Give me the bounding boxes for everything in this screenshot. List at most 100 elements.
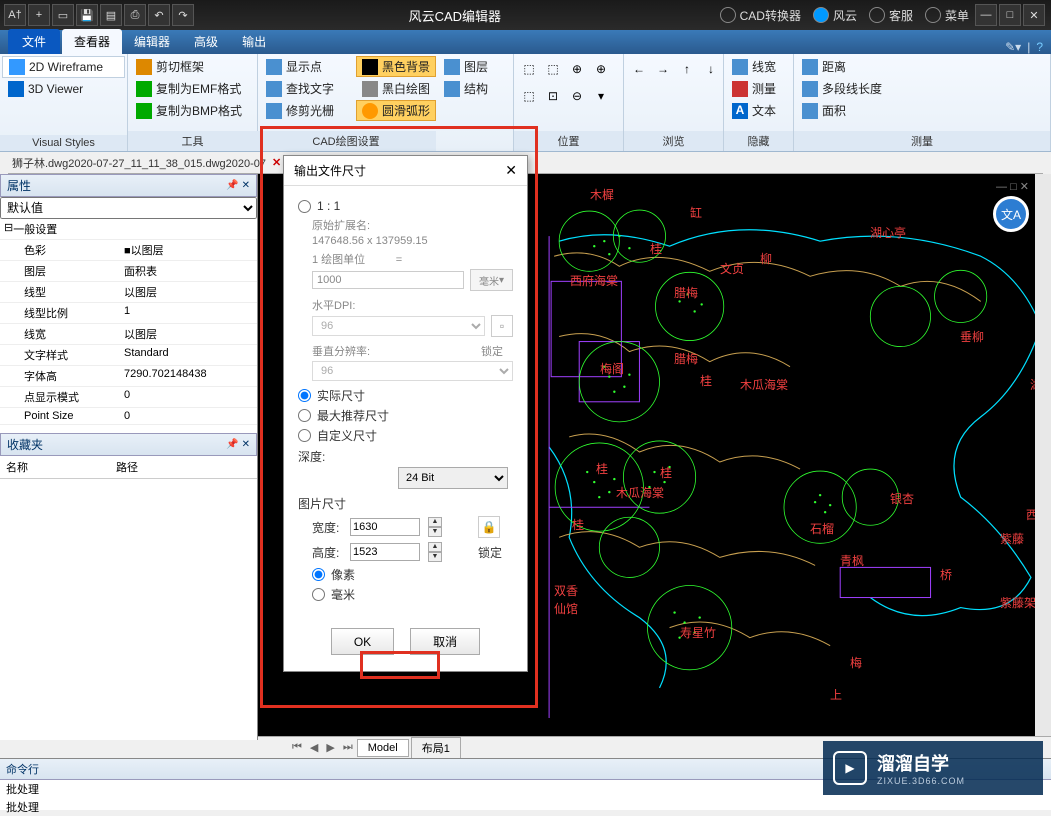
structure-button[interactable]: 结构 [438, 78, 494, 99]
titlebar: A† + ▭ 💾 ▤ ⎙ ↶ ↷ 风云CAD编辑器 CAD转换器 风云 客服 菜… [0, 0, 1051, 30]
pos-icon-8[interactable]: ▾ [590, 85, 612, 107]
map-label: 仙馆 [554, 600, 578, 617]
pencil-icon[interactable]: ✎▾ [1005, 40, 1021, 54]
app-icon[interactable]: A† [4, 4, 26, 26]
file-tab[interactable]: 文件 [8, 29, 60, 54]
vertical-scrollbar[interactable] [1035, 174, 1051, 736]
dialog-header[interactable]: 输出文件尺寸 ✕ [284, 156, 527, 186]
find-text-button[interactable]: 查找文字 [260, 78, 340, 99]
left-panel: 属性📌 ✕ 默认值 ⊟ 一般设置 色彩■以图层 图层面积表 线型以图层 线型比例… [0, 174, 258, 740]
canvas-winbtns[interactable]: — □ ✕ [996, 180, 1029, 193]
pin-icon[interactable]: 📌 ✕ [226, 180, 250, 191]
ratio-1-1-radio[interactable]: 1 : 1 [298, 199, 513, 213]
pos-icon-4[interactable]: ⊕ [590, 58, 612, 80]
properties-combo[interactable]: 默认值 [0, 197, 257, 219]
distance-button[interactable]: 距离 [796, 56, 888, 77]
fav-col-path: 路径 [110, 456, 144, 478]
copy-emf-button[interactable]: 复制为EMF格式 [130, 78, 248, 99]
prop-row: 点显示模式0 [0, 387, 257, 408]
cad-converter-button[interactable]: CAD转换器 [720, 7, 801, 24]
measure-button[interactable]: 测量 [726, 78, 782, 99]
vdpi-select[interactable]: 96 [312, 361, 513, 381]
minimize-button[interactable]: — [975, 4, 997, 26]
width-spinner[interactable]: ▲▼ [428, 517, 442, 537]
tab-last-icon[interactable]: ⏭ [339, 741, 357, 754]
text-button[interactable]: A文本 [726, 100, 782, 121]
model-tab[interactable]: Model [357, 739, 409, 757]
ok-button[interactable]: OK [331, 628, 394, 655]
clip-frame-button[interactable]: 剪切框架 [130, 56, 248, 77]
black-bg-button[interactable]: 黑色背景 [356, 56, 436, 77]
tab-viewer[interactable]: 查看器 [62, 29, 122, 54]
unit-input[interactable] [312, 271, 464, 289]
show-points-button[interactable]: 显示点 [260, 56, 340, 77]
copy-bmp-button[interactable]: 复制为BMP格式 [130, 100, 248, 121]
lock-icon[interactable]: ▫ [491, 315, 513, 337]
trim-raster-button[interactable]: 修剪光栅 [260, 100, 340, 121]
actual-size-radio[interactable]: 实际尺寸 [298, 387, 513, 404]
saveas-icon[interactable]: ▤ [100, 4, 122, 26]
close-button[interactable]: ✕ [1023, 4, 1045, 26]
pos-icon-7[interactable]: ⊖ [566, 85, 588, 107]
nav-right-icon[interactable]: → [652, 58, 674, 80]
custom-size-radio[interactable]: 自定义尺寸 [298, 427, 513, 444]
2d-wireframe-button[interactable]: 2D Wireframe [2, 56, 125, 78]
watermark-sub: ZIXUE.3D66.COM [877, 776, 965, 786]
prop-group[interactable]: ⊟ 一般设置 [0, 219, 257, 240]
map-label: 木瓜海棠 [616, 484, 664, 501]
width-input[interactable] [350, 518, 420, 536]
print-icon[interactable]: ⎙ [124, 4, 146, 26]
undo-icon[interactable]: ↶ [148, 4, 170, 26]
depth-select[interactable]: 24 Bit [398, 467, 508, 489]
help-icon[interactable]: ? [1036, 40, 1043, 54]
area-button[interactable]: 面积 [796, 100, 888, 121]
sep-icon: | [1027, 40, 1030, 54]
smooth-arc-button[interactable]: 圆滑弧形 [356, 100, 436, 121]
height-input[interactable] [350, 543, 420, 561]
polyline-length-button[interactable]: 多段线长度 [796, 78, 888, 99]
support-button[interactable]: 客服 [869, 7, 913, 24]
open-icon[interactable]: ▭ [52, 4, 74, 26]
pixel-radio[interactable]: 像素 [312, 566, 513, 583]
menu-button[interactable]: 菜单 [925, 7, 969, 24]
tab-advanced[interactable]: 高级 [182, 29, 230, 54]
nav-left-icon[interactable]: ← [628, 58, 650, 80]
save-icon[interactable]: 💾 [76, 4, 98, 26]
translate-avatar[interactable]: 文A [993, 196, 1029, 232]
mm-radio[interactable]: 毫米 [312, 586, 513, 603]
unit-mm[interactable]: 毫米 ▾ [470, 269, 513, 291]
pos-icon-2[interactable]: ⬚ [542, 58, 564, 80]
tab-editor[interactable]: 编辑器 [122, 29, 182, 54]
prop-row: 字体高7290.702148438 [0, 366, 257, 387]
nav-up-icon[interactable]: ↑ [676, 58, 698, 80]
command-line: 批处理 [0, 798, 1051, 816]
new-icon[interactable]: + [28, 4, 50, 26]
layout-tab[interactable]: 布局1 [411, 737, 461, 759]
hdpi-select[interactable]: 96 [312, 316, 485, 336]
dialog-close-icon[interactable]: ✕ [505, 162, 517, 179]
map-label: 柳 [760, 250, 772, 267]
pos-icon-1[interactable]: ⬚ [518, 58, 540, 80]
tab-first-icon[interactable]: ⏮ [288, 741, 306, 754]
pos-icon-5[interactable]: ⬚ [518, 85, 540, 107]
max-recommend-radio[interactable]: 最大推荐尺寸 [298, 407, 513, 424]
maximize-button[interactable]: □ [999, 4, 1021, 26]
close-tab-icon[interactable]: ✕ [272, 156, 281, 169]
3d-viewer-button[interactable]: 3D Viewer [2, 79, 125, 99]
cancel-button[interactable]: 取消 [410, 628, 480, 655]
layer-button[interactable]: 图层 [438, 56, 494, 77]
redo-icon[interactable]: ↷ [172, 4, 194, 26]
pos-icon-6[interactable]: ⊡ [542, 85, 564, 107]
bw-draw-button[interactable]: 黑白绘图 [356, 78, 436, 99]
linewidth-button[interactable]: 线宽 [726, 56, 782, 77]
tab-prev-icon[interactable]: ◀ [306, 741, 322, 754]
tab-output[interactable]: 输出 [230, 29, 278, 54]
pin-icon[interactable]: 📌 ✕ [226, 439, 250, 450]
lock-dims-icon[interactable]: 🔒 [478, 516, 500, 538]
nav-down-icon[interactable]: ↓ [700, 58, 722, 80]
fengyun-button[interactable]: 风云 [813, 7, 857, 24]
pos-icon-3[interactable]: ⊕ [566, 58, 588, 80]
map-label: 桂 [596, 460, 608, 477]
height-spinner[interactable]: ▲▼ [428, 542, 442, 562]
tab-next-icon[interactable]: ▶ [322, 741, 338, 754]
